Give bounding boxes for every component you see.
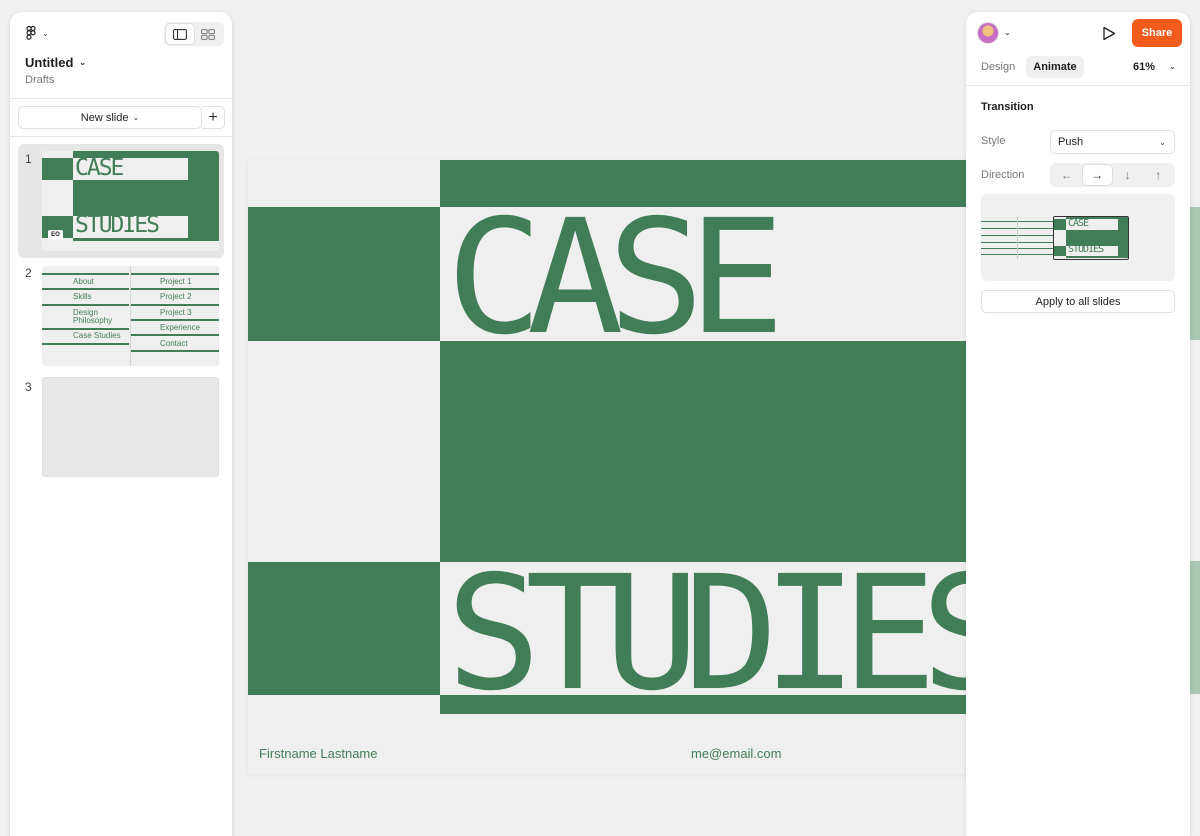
chevron-down-icon: ⌄: [132, 113, 140, 122]
thumb-item: About: [73, 277, 94, 286]
add-slide-button[interactable]: +: [202, 106, 225, 129]
arrow-down-icon[interactable]: ↓: [1113, 165, 1143, 185]
style-value: Push: [1058, 136, 1084, 148]
zoom-level[interactable]: 61%: [1133, 61, 1155, 73]
tab-design[interactable]: Design: [974, 56, 1022, 78]
slide-preview: [42, 377, 219, 477]
slide-footer-name[interactable]: Firstname Lastname: [259, 746, 378, 761]
arrow-right-icon[interactable]: →: [1082, 165, 1112, 185]
thumb-item: Project 2: [160, 292, 192, 301]
chevron-down-icon: ⌄: [79, 58, 87, 67]
thumb-title-bottom: STUDIES: [75, 212, 160, 238]
chevron-down-icon: ⌄: [1159, 137, 1166, 147]
apply-to-all-slides-button[interactable]: Apply to all slides: [981, 290, 1175, 313]
play-icon: [1103, 26, 1116, 40]
present-button[interactable]: [1100, 24, 1118, 42]
thumb-item: Contact: [160, 339, 188, 348]
thumb-item: Project 3: [160, 308, 192, 317]
chevron-down-icon: ⌄: [42, 28, 49, 38]
plus-icon: +: [208, 108, 218, 126]
preview-title-top: CASE: [1068, 218, 1089, 229]
preview-previous-slide: [981, 217, 1053, 259]
panel-tabs: Design Animate: [974, 56, 1084, 78]
new-slide-button[interactable]: New slide ⌄: [18, 106, 202, 129]
main-menu-button[interactable]: ⌄: [24, 26, 49, 40]
next-slide-edge: [1190, 561, 1200, 694]
preview-title-bottom: STUDIES: [1068, 244, 1104, 255]
divider: [10, 136, 232, 137]
grid-view-button[interactable]: [194, 24, 222, 44]
thumb-item: Skills: [73, 292, 92, 301]
slide-thumbnail-2[interactable]: 2 About Project 1 Skills Project 2 Desig…: [18, 258, 224, 372]
thumb-item: Project 1: [160, 277, 192, 286]
transition-style-select[interactable]: Push ⌄: [1050, 130, 1175, 154]
sidebar-icon: [173, 28, 187, 40]
single-view-button[interactable]: [166, 24, 194, 44]
slide-number: 1: [25, 152, 32, 166]
next-slide-edge: [1190, 207, 1200, 340]
new-slide-label: New slide: [80, 111, 129, 124]
file-title[interactable]: Untitled ⌄: [25, 55, 86, 70]
slide-preview: CASE STUDIES EO: [42, 151, 219, 251]
slides-panel: ⌄ Untitled ⌄ Drafts New slide ⌄ + 1 CASE: [10, 12, 232, 836]
style-label: Style: [981, 135, 1006, 147]
slide-canvas[interactable]: CASE STUDIES Firstname Lastname me@email…: [248, 160, 968, 774]
divider: [966, 85, 1190, 86]
thumb-badge: EO: [48, 230, 63, 240]
grid-icon: [201, 28, 215, 40]
arrow-left-icon[interactable]: ←: [1052, 165, 1082, 185]
file-title-text: Untitled: [25, 55, 74, 70]
thumb-item: Case Studies: [73, 331, 121, 340]
preview-current-slide: CASE STUDIES: [1053, 216, 1129, 260]
thumb-item: Experience: [160, 323, 201, 332]
direction-selector: ← → ↓ ↑: [1050, 163, 1175, 187]
slide-number: 3: [25, 380, 32, 394]
user-avatar[interactable]: [977, 22, 999, 44]
divider: [10, 98, 232, 99]
file-location[interactable]: Drafts: [25, 74, 54, 86]
thumb-title-top: CASE: [75, 155, 124, 181]
view-toggle: [164, 22, 224, 46]
slide-title-bottom[interactable]: STUDIES: [446, 555, 968, 713]
transition-preview: CASE STUDIES: [981, 194, 1175, 281]
arrow-up-icon[interactable]: ↑: [1144, 165, 1174, 185]
slide-number: 2: [25, 266, 32, 280]
transition-section-title: Transition: [981, 101, 1034, 113]
slide-footer-email[interactable]: me@email.com: [691, 746, 782, 761]
slide-thumbnail-3[interactable]: 3: [18, 372, 224, 486]
share-button[interactable]: Share: [1132, 19, 1182, 47]
properties-panel: ⌄ Share Design Animate 61% ⌄ Transition …: [966, 12, 1190, 836]
thumb-item: Design Philosophy: [73, 308, 113, 325]
figma-logo-icon: [26, 26, 36, 40]
direction-label: Direction: [981, 169, 1025, 181]
chevron-down-icon: ⌄: [1004, 28, 1011, 37]
slide-thumbnail-1[interactable]: 1 CASE STUDIES EO: [18, 144, 224, 258]
slide-title-top[interactable]: CASE: [446, 199, 785, 357]
slide-preview: About Project 1 Skills Project 2 Design …: [42, 266, 219, 366]
chevron-down-icon[interactable]: ⌄: [1169, 62, 1176, 71]
tab-animate[interactable]: Animate: [1026, 56, 1084, 78]
